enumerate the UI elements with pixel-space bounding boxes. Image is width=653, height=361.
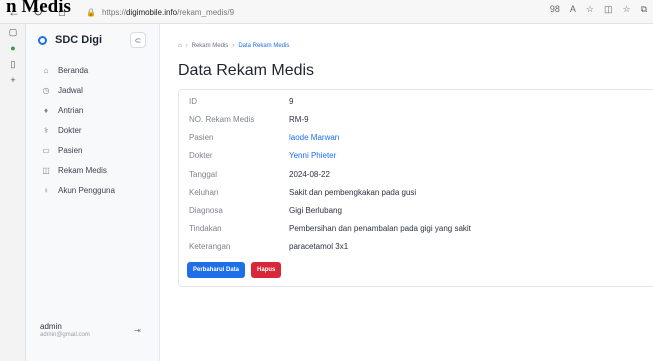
detail-row-diagnosa: Diagnosa Gigi Berlubang: [189, 203, 342, 217]
field-label: Tanggal: [189, 169, 218, 179]
url-path: /rekam_medis/9: [177, 7, 235, 17]
home-icon[interactable]: ⌂: [178, 43, 182, 49]
sidebar-item-label: Dokter: [58, 125, 82, 135]
sidebar-menu: ⌂ Beranda ◷ Jadwal ♦ Antrian ⚕ Dokter ▭ Pasie…: [36, 60, 154, 200]
doctor-link[interactable]: Yenni Phieter: [289, 151, 336, 160]
favorite-icon[interactable]: ☆: [586, 4, 594, 15]
split-screen-icon[interactable]: ◫: [604, 4, 613, 15]
sidebar-toggle-button[interactable]: ⊂: [130, 32, 146, 48]
field-label: ID: [189, 96, 197, 106]
detail-row-pasien: Pasien laode Marwan: [189, 130, 339, 144]
field-label: Keterangan: [189, 241, 231, 251]
patient-card-icon: ▭: [42, 145, 50, 155]
field-label: NO. Rekam Medis: [189, 114, 255, 124]
queue-icon: ♦: [43, 105, 49, 115]
url-prefix: https://: [101, 7, 126, 17]
new-tab-icon[interactable]: +: [0, 72, 26, 88]
detail-row-id: ID 9: [189, 94, 293, 108]
field-value: Pembersihan dan penambalan pada gigi yan…: [289, 223, 471, 233]
field-label: Keluhan: [189, 187, 219, 197]
sidebar-item-label: Akun Pengguna: [58, 185, 115, 195]
breadcrumb-current: Data Rekam Medis: [238, 43, 290, 49]
field-value: RM-9: [289, 114, 309, 124]
breadcrumb-separator: ›: [232, 43, 235, 49]
detail-row-dokter: Dokter Yenni Phieter: [189, 148, 336, 162]
read-aloud-icon[interactable]: A: [570, 4, 576, 15]
stethoscope-icon: ⚕: [43, 125, 49, 135]
delete-button[interactable]: Hapus: [251, 262, 282, 278]
tab-actions-icon[interactable]: ▢: [0, 24, 26, 40]
detail-row-tindakan: Tindakan Pembersihan dan penambalan pada …: [189, 221, 471, 235]
tab-favicon-icon[interactable]: ●: [0, 40, 26, 56]
logout-icon[interactable]: ⇥: [134, 326, 141, 335]
breadcrumb-rekam-medis[interactable]: Rekam Medis: [192, 43, 229, 49]
brand-name: SDC Digi: [55, 34, 103, 46]
field-value: paracetamol 3x1: [289, 241, 349, 251]
brand-logo-icon: [38, 35, 47, 45]
field-label: Pasien: [189, 132, 214, 142]
field-value: Sakit dan pembengkakan pada gusi: [289, 187, 417, 197]
home-icon: ⌂: [43, 65, 49, 75]
sidebar-item-rekam-medis[interactable]: ◫ Rekam Medis: [36, 160, 154, 180]
sidebar-item-pasien[interactable]: ▭ Pasien: [36, 140, 154, 160]
sidebar-item-beranda[interactable]: ⌂ Beranda: [36, 60, 154, 80]
tab-page-icon[interactable]: ▯: [0, 56, 26, 72]
sidebar-item-label: Pasien: [58, 145, 83, 155]
field-label: Tindakan: [189, 223, 222, 233]
sidebar-item-akun-pengguna[interactable]: ♀ Akun Pengguna: [36, 180, 154, 200]
lock-icon: 🔒: [86, 7, 96, 17]
browser-toolbar: ← ↻ ⌂ 🔒 https://digimobile.info/rekam_me…: [0, 0, 653, 24]
field-label: Dokter: [189, 150, 213, 160]
record-actions: Perbaharui Data Hapus: [187, 262, 282, 278]
browser-actions: 98 A ☆ ◫ ☆ ⧉: [550, 4, 647, 15]
sidebar-item-antrian[interactable]: ♦ Antrian: [36, 100, 154, 120]
sidebar: SDC Digi ⊂ ⌂ Beranda ◷ Jadwal ♦ Antrian ⚕ Do…: [26, 24, 160, 361]
brand[interactable]: SDC Digi: [38, 34, 102, 46]
breadcrumb: ⌂ › Rekam Medis › Data Rekam Medis: [178, 43, 289, 49]
record-detail-card: ID 9 NO. Rekam Medis RM-9 Pasien laode Marw…: [178, 89, 653, 287]
sidebar-item-jadwal[interactable]: ◷ Jadwal: [36, 80, 154, 100]
update-button[interactable]: Perbaharui Data: [187, 262, 246, 278]
detail-row-keterangan: Keterangan paracetamol 3x1: [189, 239, 348, 253]
detail-row-keluhan: Keluhan Sakit dan pembengkakan pada gusi: [189, 185, 416, 199]
user-icon: ♀: [43, 185, 49, 195]
address-bar[interactable]: 🔒 https://digimobile.info/rekam_medis/9: [86, 4, 506, 20]
sidebar-item-label: Antrian: [58, 105, 84, 115]
vertical-tab-strip: ▢ ● ▯ +: [0, 24, 26, 361]
field-value: Gigi Berlubang: [289, 205, 342, 215]
page-title: Data Rekam Medis: [178, 62, 315, 79]
favorites-bar-icon[interactable]: ☆: [622, 4, 630, 15]
tracking-icon[interactable]: 98: [550, 4, 560, 15]
field-value: 9: [289, 96, 294, 106]
medical-record-icon: ◫: [42, 165, 50, 175]
detail-row-tanggal: Tanggal 2024-08-22: [189, 167, 330, 181]
sidebar-item-label: Jadwal: [58, 85, 83, 95]
clock-icon: ◷: [42, 85, 50, 95]
sidebar-item-label: Rekam Medis: [58, 165, 107, 175]
field-value: 2024-08-22: [289, 169, 330, 179]
breadcrumb-separator: ›: [185, 43, 188, 49]
url-domain: digimobile.info: [125, 7, 178, 17]
sidebar-item-dokter[interactable]: ⚕ Dokter: [36, 120, 154, 140]
patient-link[interactable]: laode Marwan: [289, 133, 339, 142]
field-label: Diagnosa: [189, 205, 223, 215]
collections-icon[interactable]: ⧉: [641, 4, 647, 15]
sidebar-item-label: Beranda: [58, 65, 89, 75]
detail-row-no-rekam-medis: NO. Rekam Medis RM-9: [189, 112, 309, 126]
page-heading: n Medis: [6, 0, 71, 17]
main-content: ⌂ › Rekam Medis › Data Rekam Medis Data …: [160, 24, 653, 361]
